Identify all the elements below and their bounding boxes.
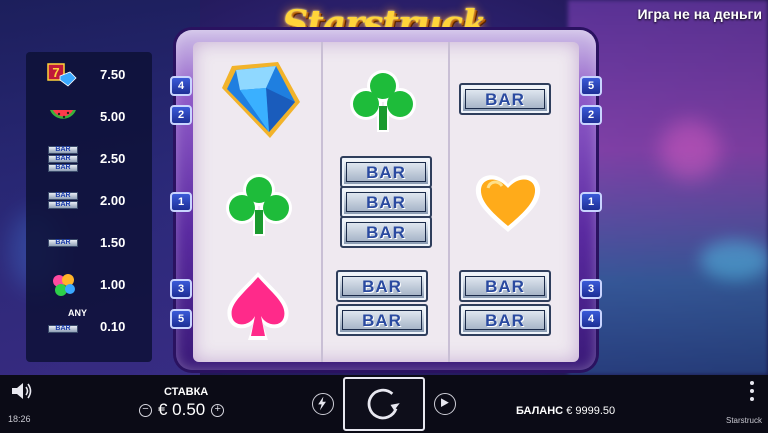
payline-tab-left: 5 [170, 309, 192, 329]
bar-symbol: BAR [336, 304, 428, 336]
payline-tab-right: 3 [580, 279, 602, 299]
payline-tab-left: 1 [170, 192, 192, 212]
pink-spade-icon [227, 272, 289, 340]
background-light [660, 120, 720, 180]
seven-diamond-icon: 7 [47, 63, 77, 87]
payout-value: 1.50 [100, 235, 126, 250]
paytable-row: BAR BAR 2.00 [26, 184, 152, 218]
clock: 18:26 [8, 414, 31, 424]
sound-icon[interactable] [10, 381, 34, 401]
paytable-row: 7 7.50 [26, 58, 152, 92]
paytable-row: BAR BAR BAR 2.50 [26, 142, 152, 176]
bet-label: СТАВКА [164, 386, 209, 398]
bet-stepper: − € 0.50 + [139, 400, 225, 420]
balance-display: БАЛАНС € 9999.50 [516, 405, 615, 417]
background-light [700, 240, 768, 280]
payout-value: 7.50 [100, 67, 126, 82]
green-club-icon [226, 174, 292, 236]
payout-value: 5.00 [100, 109, 126, 124]
reel-divider [448, 42, 450, 362]
any-bar-icon: ANY BAR [46, 308, 87, 340]
bar-symbol: BAR [336, 270, 428, 302]
balance-label: БАЛАНС [516, 405, 564, 417]
payline-tab-right: 4 [580, 309, 602, 329]
game-name-label: Starstruck [725, 416, 762, 425]
payout-value: 2.50 [100, 151, 126, 166]
any-label: ANY [68, 308, 88, 318]
demo-mode-label: Игра не на деньги [637, 6, 762, 22]
green-club-icon [350, 70, 416, 132]
autoplay-button[interactable] [434, 393, 456, 415]
paytable-row: 1.00 [26, 268, 152, 302]
payline-tab-right: 5 [580, 76, 602, 96]
double-bar-icon: BAR BAR [46, 188, 80, 214]
paytable-row: ANY BAR 0.10 [26, 308, 152, 344]
bar-symbol: BAR [459, 83, 551, 115]
bet-increase-button[interactable]: + [211, 403, 225, 417]
bar-symbol: BAR [340, 156, 432, 188]
bar-symbol: BAR [459, 304, 551, 336]
orange-heart-icon [475, 175, 541, 232]
payline-tab-right: 1 [580, 192, 602, 212]
reel-divider [321, 42, 323, 362]
bar-symbol: BAR [459, 270, 551, 302]
watermelon-icon [50, 110, 76, 119]
payout-value: 1.00 [100, 277, 126, 292]
spin-button[interactable] [343, 377, 425, 431]
bet-value: € 0.50 [158, 400, 206, 419]
balance-value: € 9999.50 [566, 405, 616, 417]
lightning-icon [318, 396, 326, 411]
paytable-row: 5.00 [26, 100, 152, 134]
svg-text:7: 7 [52, 65, 59, 80]
payline-tab-left: 2 [170, 105, 192, 125]
turbo-button[interactable] [312, 393, 334, 415]
play-icon [441, 398, 449, 407]
payout-value: 0.10 [100, 319, 126, 334]
payline-tab-left: 4 [170, 76, 192, 96]
blue-diamond-icon [222, 62, 300, 138]
bar-symbol: BAR [340, 186, 432, 218]
card-suits-icon [53, 274, 75, 296]
payline-tab-right: 2 [580, 105, 602, 125]
bet-decrease-button[interactable]: − [139, 403, 152, 417]
single-bar-icon: BAR [46, 230, 80, 256]
paytable: 7 7.50 5.00 BAR BAR BAR 2.50 BAR BAR 2.0… [26, 52, 152, 362]
paytable-row: BAR 1.50 [26, 226, 152, 260]
menu-dots-icon[interactable] [748, 380, 756, 402]
spin-arrow-icon [367, 388, 400, 420]
bar-symbol: BAR [340, 216, 432, 248]
triple-bar-icon: BAR BAR BAR [46, 146, 80, 172]
payline-tab-left: 3 [170, 279, 192, 299]
payout-value: 2.00 [100, 193, 126, 208]
